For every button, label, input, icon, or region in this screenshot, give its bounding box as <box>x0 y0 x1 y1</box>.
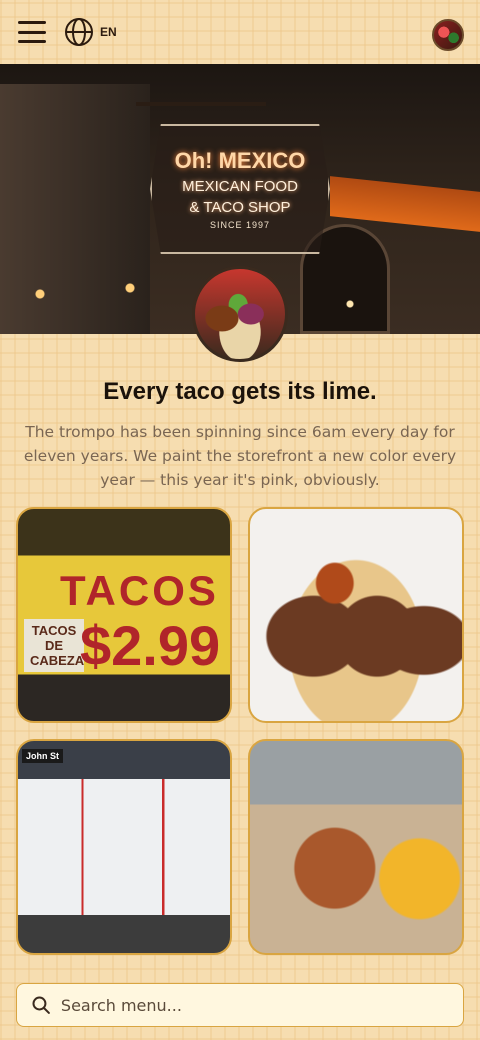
search-icon <box>32 996 50 1014</box>
hero-awning <box>330 176 480 232</box>
gallery-tile-taco-plate[interactable] <box>248 507 464 723</box>
globe-icon <box>65 18 93 46</box>
search-input[interactable] <box>60 995 449 1015</box>
language-code: EN <box>100 25 117 39</box>
language-switcher[interactable]: EN <box>64 17 117 47</box>
top-bar: EN <box>0 0 480 64</box>
gallery-tile-storefront[interactable]: John St <box>16 739 232 955</box>
sign-line-2: MEXICAN FOOD <box>182 178 298 195</box>
tile-price-text: $2.99 <box>80 614 221 677</box>
intro-description: The trompo has been spinning since 6am e… <box>23 423 457 489</box>
tile-street-sign: John St <box>22 749 63 763</box>
sign-line-1: Oh! MEXICO <box>174 148 306 173</box>
tacos-badge-image <box>192 266 288 362</box>
gallery-tile-tacos-sign[interactable]: TACOS TACOS DE CABEZA $2.99 <box>16 507 232 723</box>
search-bar <box>16 983 464 1027</box>
gallery-tile-tacos-drink[interactable] <box>248 739 464 955</box>
tile-tacos-text: TACOS <box>60 567 219 614</box>
photo-gallery: TACOS TACOS DE CABEZA $2.99 John St <box>16 507 464 955</box>
sign-bracket <box>136 102 266 106</box>
hamburger-menu-icon[interactable] <box>18 21 46 43</box>
storefront-neon-sign: Oh! MEXICO MEXICAN FOOD & TACO SHOP SINC… <box>150 124 330 254</box>
page-title: Every taco gets its lime. <box>103 378 377 405</box>
sign-line-3: & TACO SHOP <box>189 199 291 216</box>
tile-cabeza-text: TACOS DE CABEZA <box>24 619 84 672</box>
sign-line-4: SINCE 1997 <box>209 220 271 230</box>
profile-avatar[interactable] <box>432 19 464 51</box>
